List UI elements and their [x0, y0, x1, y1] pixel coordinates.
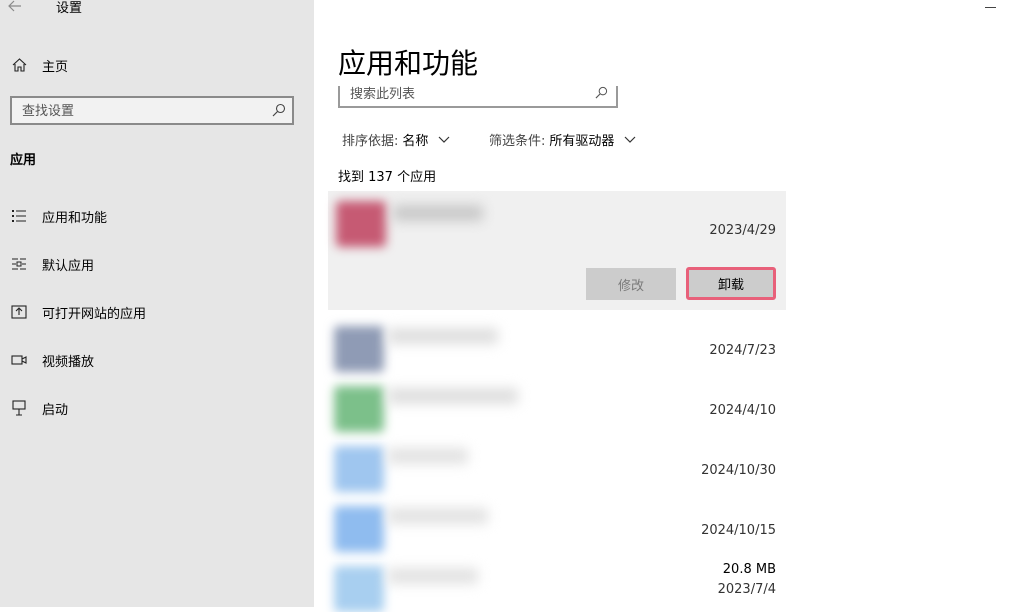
filter-dropdown[interactable]: 筛选条件: 所有驱动器	[489, 130, 636, 149]
app-name-blurred	[388, 568, 478, 584]
home-icon	[10, 57, 28, 73]
filter-label: 筛选条件:	[489, 134, 546, 149]
app-icon	[336, 201, 386, 247]
list-icon	[10, 208, 28, 224]
default-apps-icon	[10, 256, 28, 272]
app-icon	[334, 326, 384, 372]
sidebar-item-apps-features[interactable]: 应用和功能	[0, 198, 314, 234]
sidebar-item-label: 视频播放	[42, 354, 95, 370]
sidebar-item-video-playback[interactable]: 视频播放	[0, 342, 314, 378]
open-website-icon	[10, 304, 28, 320]
sidebar-item-label: 应用和功能	[42, 210, 108, 226]
list-item[interactable]: 2024/10/15	[328, 500, 786, 560]
install-date: 2023/4/29	[709, 223, 776, 238]
page-title: 应用和功能	[338, 47, 479, 80]
sidebar-item-startup[interactable]: 启动	[0, 390, 314, 426]
sort-label: 排序依据:	[342, 134, 399, 149]
sort-dropdown[interactable]: 排序依据: 名称	[342, 130, 450, 149]
sidebar-item-label: 启动	[42, 402, 69, 418]
minimize-button[interactable]	[985, 0, 999, 10]
app-count: 找到 137 个应用	[338, 170, 437, 185]
app-icon	[334, 566, 384, 612]
back-button[interactable]	[8, 0, 30, 18]
chevron-down-icon	[438, 136, 450, 143]
filter-value: 所有驱动器	[549, 134, 615, 149]
install-date: 2023/7/4	[717, 582, 776, 597]
settings-search[interactable]	[10, 96, 294, 125]
sidebar-item-label: 主页	[42, 59, 69, 75]
chevron-down-icon	[624, 136, 636, 143]
sort-value: 名称	[402, 134, 429, 149]
app-icon	[334, 506, 384, 552]
install-date: 2024/4/10	[709, 403, 776, 418]
list-item[interactable]: 2024/10/30	[328, 440, 786, 500]
list-item[interactable]: 2024/4/10	[328, 380, 786, 440]
video-icon	[10, 352, 28, 368]
sidebar: 设置 主页 应用 应用和功能	[0, 0, 314, 607]
install-date: 2024/7/23	[709, 343, 776, 358]
list-item[interactable]: 2024/7/23	[328, 320, 786, 380]
app-icon	[334, 386, 384, 432]
sidebar-item-default-apps[interactable]: 默认应用	[0, 246, 314, 282]
sidebar-item-label: 默认应用	[42, 258, 95, 274]
window-title: 设置	[56, 1, 83, 16]
startup-icon	[10, 400, 28, 416]
app-name-blurred	[393, 205, 483, 221]
app-name-blurred	[388, 448, 468, 464]
app-icon	[334, 446, 384, 492]
app-list-item-selected[interactable]: 2023/4/29 修改 卸载	[328, 191, 786, 310]
uninstall-button[interactable]: 卸载	[686, 267, 776, 300]
sidebar-item-label: 可打开网站的应用	[42, 306, 147, 322]
app-size: 20.8 MB	[722, 562, 776, 577]
list-search-input[interactable]: 搜索此列表	[338, 86, 618, 108]
search-icon[interactable]	[595, 86, 608, 99]
install-date: 2024/10/15	[701, 523, 776, 538]
sidebar-item-website-apps[interactable]: 可打开网站的应用	[0, 294, 314, 330]
settings-search-input[interactable]	[12, 98, 274, 125]
modify-button[interactable]: 修改	[586, 268, 676, 300]
app-name-blurred	[388, 508, 488, 524]
app-name-blurred	[388, 328, 498, 344]
install-date: 2024/10/30	[701, 463, 776, 478]
section-title: 应用	[10, 153, 37, 168]
arrow-left-icon	[8, 0, 21, 12]
search-icon[interactable]	[272, 103, 286, 117]
sidebar-item-home[interactable]: 主页	[0, 47, 314, 83]
app-name-blurred	[388, 388, 518, 404]
list-search-placeholder: 搜索此列表	[350, 87, 416, 102]
list-item[interactable]: 20.8 MB 2023/7/4	[328, 560, 786, 612]
